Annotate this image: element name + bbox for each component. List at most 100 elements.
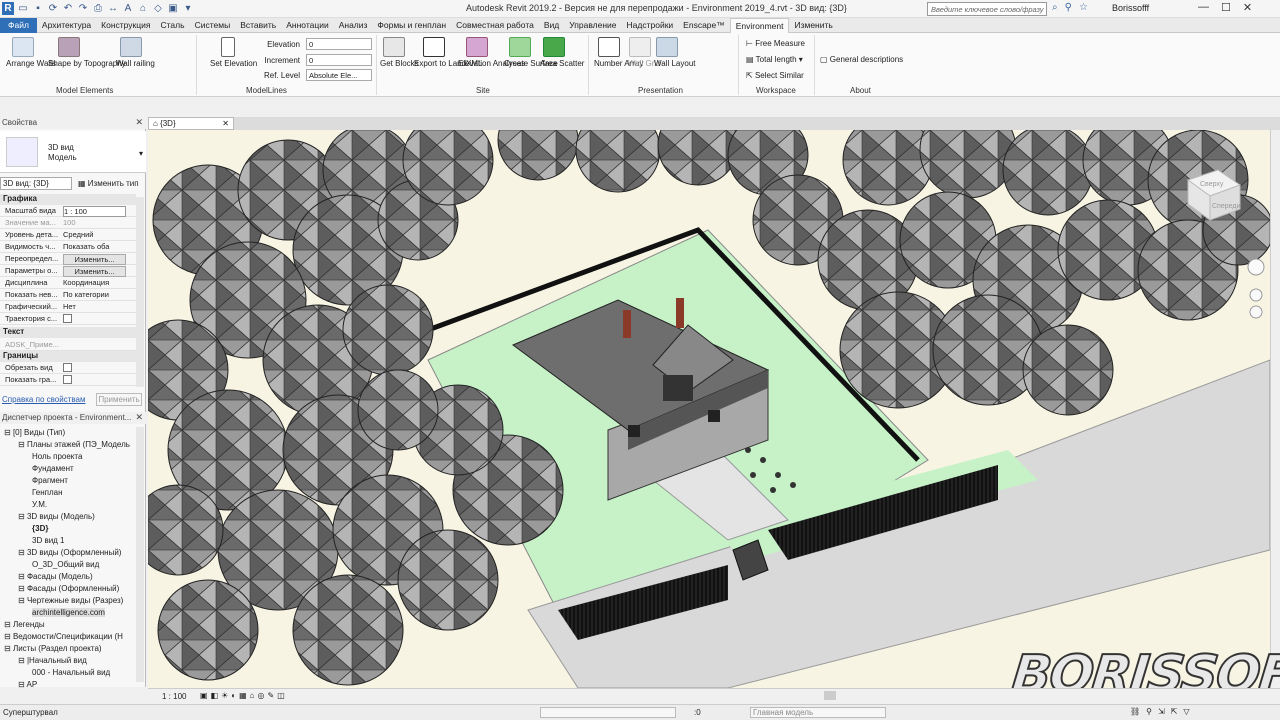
expand-icon[interactable]: ⊟: [18, 440, 27, 449]
tree-item[interactable]: O_3D_Общий вид: [32, 559, 99, 571]
print-icon[interactable]: ⎙: [92, 2, 104, 15]
horizontal-scroll-thumb[interactable]: [824, 691, 836, 700]
tree-item[interactable]: Ноль проекта: [32, 451, 82, 463]
elevation-field[interactable]: 0: [306, 38, 372, 50]
property-value[interactable]: Показать оба: [63, 242, 126, 251]
property-value[interactable]: 100: [63, 218, 126, 227]
tab-8[interactable]: Формы и генплан: [372, 18, 451, 33]
property-value[interactable]: По категории: [63, 290, 126, 299]
close-icon[interactable]: ✕: [1243, 1, 1252, 14]
viewport-scrollbar[interactable]: [1270, 130, 1280, 688]
elevation-analyses-button[interactable]: Elevation Analyses: [458, 37, 525, 68]
tree-item[interactable]: ⊟ Ведомости/Спецификации (Н: [4, 631, 123, 643]
undo-icon[interactable]: ↶: [62, 2, 74, 15]
star-icon[interactable]: ☆: [1079, 2, 1088, 13]
expand-icon[interactable]: ⊟: [18, 596, 27, 605]
expand-icon[interactable]: ⊟: [18, 584, 27, 593]
tab-2[interactable]: Конструкция: [96, 18, 155, 33]
tree-item[interactable]: 000 - Начальный вид: [32, 667, 110, 679]
tab-4[interactable]: Системы: [190, 18, 236, 33]
select-similar-button[interactable]: ⇱ Select Similar: [746, 71, 804, 80]
maximize-icon[interactable]: ☐: [1221, 1, 1231, 14]
tree-item[interactable]: 3D вид 1: [32, 535, 65, 547]
expand-icon[interactable]: ⊟: [18, 572, 27, 581]
ref-level-select[interactable]: Absolute Ele...: [306, 69, 372, 81]
property-value[interactable]: 1 : 100: [63, 206, 126, 217]
crop-checkbox[interactable]: [63, 363, 72, 372]
view-control-icons[interactable]: ▣◧☀◐▦⌂◎✎◫: [200, 691, 288, 700]
properties-scrollbar[interactable]: [136, 197, 144, 387]
increment-field[interactable]: 0: [306, 54, 372, 66]
free-measure-button[interactable]: ⊢ Free Measure: [746, 39, 805, 48]
general-descriptions-button[interactable]: ▢ General descriptions: [820, 55, 903, 64]
tree-item[interactable]: archintelligence.com: [32, 607, 105, 619]
browser-scrollbar[interactable]: [136, 427, 144, 682]
tree-item[interactable]: ⊟ Чертежные виды (Разрез): [18, 595, 123, 607]
tab-9[interactable]: Совместная работа: [451, 18, 539, 33]
tree-item[interactable]: {3D}: [32, 523, 48, 535]
search-input[interactable]: Введите ключевое слово/фразу: [927, 2, 1047, 16]
expand-icon[interactable]: ⊟: [18, 512, 27, 521]
close-icon[interactable]: ✕: [222, 119, 229, 128]
save-icon[interactable]: ▪: [32, 2, 44, 15]
tab-12[interactable]: Надстройки: [622, 18, 679, 33]
tab-1[interactable]: Архитектура: [37, 18, 96, 33]
tree-item[interactable]: У.М.: [32, 499, 47, 511]
tree-item[interactable]: ⊟ Легенды: [4, 619, 45, 631]
wall-grid-button[interactable]: Wall Grid: [628, 37, 661, 68]
tree-item[interactable]: ⊟ Фасады (Модель): [18, 571, 93, 583]
bounds-section[interactable]: Границы: [0, 351, 136, 362]
close-windows-icon[interactable]: ▣: [167, 2, 179, 15]
subscription-icon[interactable]: ⚲: [1065, 2, 1072, 13]
property-value[interactable]: Нет: [63, 302, 126, 311]
expand-icon[interactable]: ⊟: [18, 548, 27, 557]
3d-viewport[interactable]: Сверху Спереди: [148, 130, 1270, 688]
customize-icon[interactable]: ▾: [182, 2, 194, 15]
graphics-section[interactable]: Графика: [0, 194, 136, 205]
view-tab-3d[interactable]: ⌂ {3D} ✕: [148, 117, 234, 130]
property-value[interactable]: Координация: [63, 278, 126, 287]
tree-item[interactable]: ⊟ 3D виды (Модель): [18, 511, 95, 523]
tab-0[interactable]: Файл: [0, 18, 37, 33]
tab-14[interactable]: Environment: [729, 18, 790, 33]
property-value[interactable]: Изменить...: [63, 254, 126, 265]
view-scale[interactable]: 1 : 100: [162, 692, 186, 701]
section-icon[interactable]: ◇: [152, 2, 164, 15]
tree-item[interactable]: ⊟ Планы этажей (ПЭ_Модель: [18, 439, 130, 451]
arrange-walls-button[interactable]: Arrange Walls: [6, 37, 56, 68]
selection-filter-icons[interactable]: ⛓⚲⇲⇱▽: [1130, 707, 1196, 716]
chevron-down-icon[interactable]: ▾: [139, 149, 143, 158]
apply-button[interactable]: Применить: [96, 393, 142, 406]
tree-item[interactable]: ⊟ AP: [18, 679, 37, 691]
set-elevation-button[interactable]: Set Elevation: [210, 37, 257, 68]
tab-15[interactable]: Изменить: [789, 18, 837, 33]
tree-item[interactable]: ⊟ 3D виды (Оформленный): [18, 547, 121, 559]
model-view[interactable]: Сверху Спереди: [148, 130, 1270, 688]
minimize-icon[interactable]: —: [1198, 1, 1209, 14]
open-icon[interactable]: ▭: [17, 2, 29, 15]
search-icon[interactable]: ⌕: [1052, 2, 1058, 13]
number-array-button[interactable]: Number Array: [594, 37, 643, 68]
presentation-label[interactable]: Presentation: [638, 86, 683, 95]
3d-view-icon[interactable]: ⌂: [137, 2, 149, 15]
area-scatter-button[interactable]: Area Scatter: [540, 37, 584, 68]
tab-7[interactable]: Анализ: [334, 18, 373, 33]
user-name[interactable]: Borissofff: [1112, 3, 1149, 13]
property-value[interactable]: Изменить...: [63, 266, 126, 277]
tree-item[interactable]: ⊟ Листы (Раздел проекта): [4, 643, 102, 655]
expand-icon[interactable]: ⊟: [18, 656, 27, 665]
expand-icon[interactable]: ⊟: [4, 428, 13, 437]
instance-selector[interactable]: 3D вид: {3D}: [0, 177, 72, 190]
close-icon[interactable]: ✕: [135, 117, 143, 128]
property-value[interactable]: Средний: [63, 230, 126, 239]
create-surface-button[interactable]: Create Surface: [504, 37, 558, 68]
tab-5[interactable]: Вставить: [235, 18, 281, 33]
tree-item[interactable]: Фундамент: [32, 463, 74, 475]
workset-selector[interactable]: [540, 707, 676, 718]
shape-by-topography-button[interactable]: Shape by Topography: [48, 37, 126, 68]
wall-layout-button[interactable]: Wall Layout: [654, 37, 696, 68]
type-selector[interactable]: 3D вид Модель ▾: [0, 131, 146, 173]
tab-11[interactable]: Управление: [564, 18, 621, 33]
tree-item[interactable]: ⊟ |Начальный вид: [18, 655, 87, 667]
tab-6[interactable]: Аннотации: [281, 18, 334, 33]
